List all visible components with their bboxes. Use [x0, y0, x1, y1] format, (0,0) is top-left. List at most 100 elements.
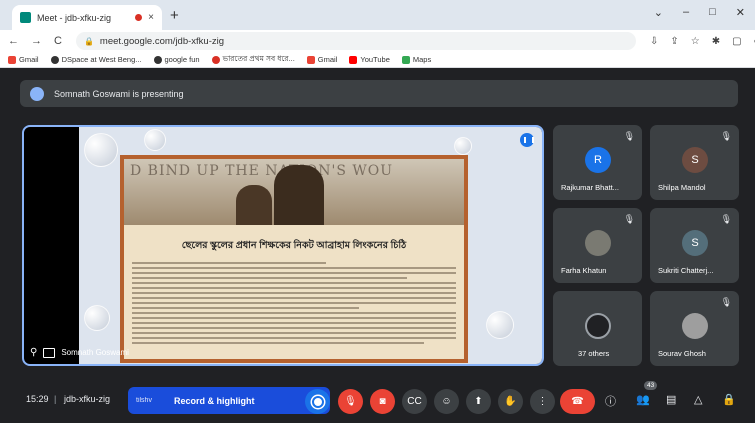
- nav-buttons: ← → C: [8, 35, 62, 47]
- recording-indicator-icon: [135, 14, 143, 21]
- participant-tile[interactable]: 🎙 Sourav Ghosh: [650, 291, 739, 366]
- decorative-bubble: [486, 311, 514, 339]
- back-button[interactable]: ←: [8, 35, 19, 47]
- address-bar-icons: ⇩ ⇪ ☆ ✱ ▢ ● ⋮: [650, 36, 755, 47]
- record-toggle-icon[interactable]: [305, 389, 330, 414]
- statue-figure: [236, 185, 272, 225]
- muted-mic-icon: 🎙: [720, 297, 732, 307]
- people-icon[interactable]: 👥: [636, 393, 650, 406]
- participants-count-badge: 43: [644, 381, 658, 390]
- bookmark-dspace[interactable]: DSpace at West Beng...: [50, 55, 142, 64]
- bookmark-label: YouTube: [360, 55, 390, 64]
- meeting-time: 15:29: [26, 394, 49, 404]
- lock-icon: 🔒: [83, 36, 94, 46]
- bookmark-label: DSpace at West Beng...: [61, 55, 142, 64]
- screen-share-icon: [43, 347, 56, 358]
- muted-mic-icon: 🎙: [720, 214, 732, 224]
- bookmarks-bar: Gmail DSpace at West Beng... google fun …: [0, 52, 755, 68]
- url-field[interactable]: 🔒 meet.google.com/jdb-xfku-zig: [75, 32, 636, 50]
- others-count: 37 others: [578, 349, 610, 358]
- participant-tile[interactable]: 🎙 R Rajkumar Bhatt...: [553, 125, 642, 200]
- decorative-bubble: [144, 129, 166, 151]
- bookmark-maps[interactable]: Maps: [401, 55, 432, 64]
- bookmark-gmail-2[interactable]: Gmail: [306, 55, 338, 64]
- address-bar: ← → C 🔒 meet.google.com/jdb-xfku-zig ⇩ ⇪…: [0, 30, 755, 52]
- activities-icon[interactable]: △: [694, 393, 702, 406]
- extensions-icon[interactable]: ✱: [712, 36, 720, 47]
- monument-engraving: D BIND UP THE NATION'S WOU: [130, 163, 394, 179]
- stage-presenter-name: Somnath Goswami: [61, 348, 129, 357]
- chat-icon[interactable]: ▤: [666, 393, 676, 406]
- maximize-button[interactable]: □: [709, 6, 716, 19]
- meeting-details-icon[interactable]: ⓘ: [605, 393, 616, 409]
- raise-hand-button[interactable]: ✋: [498, 389, 523, 414]
- share-icon[interactable]: ⇪: [670, 36, 678, 47]
- dspace-icon: [50, 55, 59, 64]
- meeting-code: jdb-xfku-zig: [64, 394, 111, 404]
- record-highlight-button[interactable]: tilshv Record & highlight: [128, 387, 330, 414]
- presenting-text: Somnath Goswami is presenting: [54, 88, 184, 99]
- emoji-reactions-button[interactable]: ☺: [434, 389, 459, 414]
- bookmark-label: Maps: [412, 55, 432, 64]
- participant-tile[interactable]: 🎙 S Sukriti Chatterj...: [650, 208, 739, 283]
- present-screen-button[interactable]: ⬆: [466, 389, 491, 414]
- gmail-icon: [8, 55, 16, 64]
- bookmark-star-icon[interactable]: ☆: [691, 36, 700, 47]
- close-window-button[interactable]: ✕: [736, 6, 745, 19]
- slide-document: D BIND UP THE NATION'S WOU ছেলের স্কুলের…: [120, 155, 468, 363]
- maps-icon: [401, 55, 410, 64]
- meet-favicon-icon: [20, 12, 31, 23]
- separator: |: [54, 394, 57, 404]
- leave-call-button[interactable]: ☎: [560, 389, 595, 414]
- stage-label: ⚲ Somnath Goswami: [30, 347, 129, 358]
- minimize-button[interactable]: –: [683, 6, 689, 19]
- captions-button[interactable]: CC: [402, 389, 427, 414]
- reload-button[interactable]: C: [54, 35, 62, 47]
- side-panel-icon[interactable]: ▢: [732, 36, 741, 47]
- slide-body-text: [124, 254, 464, 344]
- avatar: S: [682, 147, 708, 173]
- audio-indicator-icon: [520, 133, 534, 147]
- muted-mic-icon: 🎙: [623, 214, 635, 224]
- tab-search-icon[interactable]: ⌄: [654, 6, 663, 19]
- camera-off-button[interactable]: ◙: [370, 389, 395, 414]
- site-icon: [211, 55, 220, 64]
- window-controls: ⌄ – □ ✕: [654, 6, 745, 19]
- tab-title: Meet - jdb-xfku-zig: [37, 12, 112, 23]
- avatar: S: [682, 230, 708, 256]
- bookmark-bengali-site[interactable]: ভারতের প্রথম সব ধরে...: [211, 54, 295, 66]
- participant-name: Shilpa Mandol: [658, 183, 706, 192]
- bookmark-label: Gmail: [317, 55, 338, 64]
- new-tab-button[interactable]: +: [170, 7, 179, 24]
- presentation-stage[interactable]: D BIND UP THE NATION'S WOU ছেলের স্কুলের…: [22, 125, 544, 366]
- record-label: Record & highlight: [173, 395, 255, 406]
- record-prefix: tilshv: [136, 397, 152, 404]
- tab-close-icon[interactable]: ×: [148, 12, 154, 23]
- mic-off-button[interactable]: 🎙: [338, 389, 363, 414]
- download-icon[interactable]: ⇩: [650, 36, 658, 47]
- pin-icon[interactable]: ⚲: [30, 347, 37, 358]
- participant-name: Sourav Ghosh: [658, 349, 706, 358]
- bookmark-google-fun[interactable]: google fun: [153, 55, 200, 64]
- participant-tile[interactable]: 🎙 Farha Khatun: [553, 208, 642, 283]
- host-controls-icon[interactable]: 🔒: [722, 393, 736, 406]
- muted-mic-icon: 🎙: [720, 131, 732, 141]
- avatar: [682, 313, 708, 339]
- participant-name: Farha Khatun: [561, 266, 607, 275]
- bookmark-label: google fun: [164, 55, 200, 64]
- url-text: meet.google.com/jdb-xfku-zig: [99, 35, 225, 47]
- presenting-banner: Somnath Goswami is presenting: [20, 80, 738, 107]
- globe-icon: [153, 55, 162, 64]
- participant-tile[interactable]: 🎙 S Shilpa Mandol: [650, 125, 739, 200]
- meet-area: Somnath Goswami is presenting D BIND UP …: [0, 68, 755, 423]
- muted-mic-icon: 🎙: [623, 131, 635, 141]
- decorative-bubble: [454, 137, 472, 155]
- forward-button[interactable]: →: [31, 35, 42, 47]
- others-tile[interactable]: 37 others: [553, 291, 642, 366]
- bookmark-youtube[interactable]: YouTube: [349, 55, 390, 64]
- participant-name: Rajkumar Bhatt...: [561, 183, 619, 192]
- bookmark-gmail[interactable]: Gmail: [8, 55, 39, 64]
- more-options-button[interactable]: ⋮: [530, 389, 555, 414]
- participant-tiles: 🎙 R Rajkumar Bhatt... 🎙 S Shilpa Mandol …: [553, 125, 743, 367]
- browser-tab-meet[interactable]: Meet - jdb-xfku-zig ×: [12, 5, 162, 30]
